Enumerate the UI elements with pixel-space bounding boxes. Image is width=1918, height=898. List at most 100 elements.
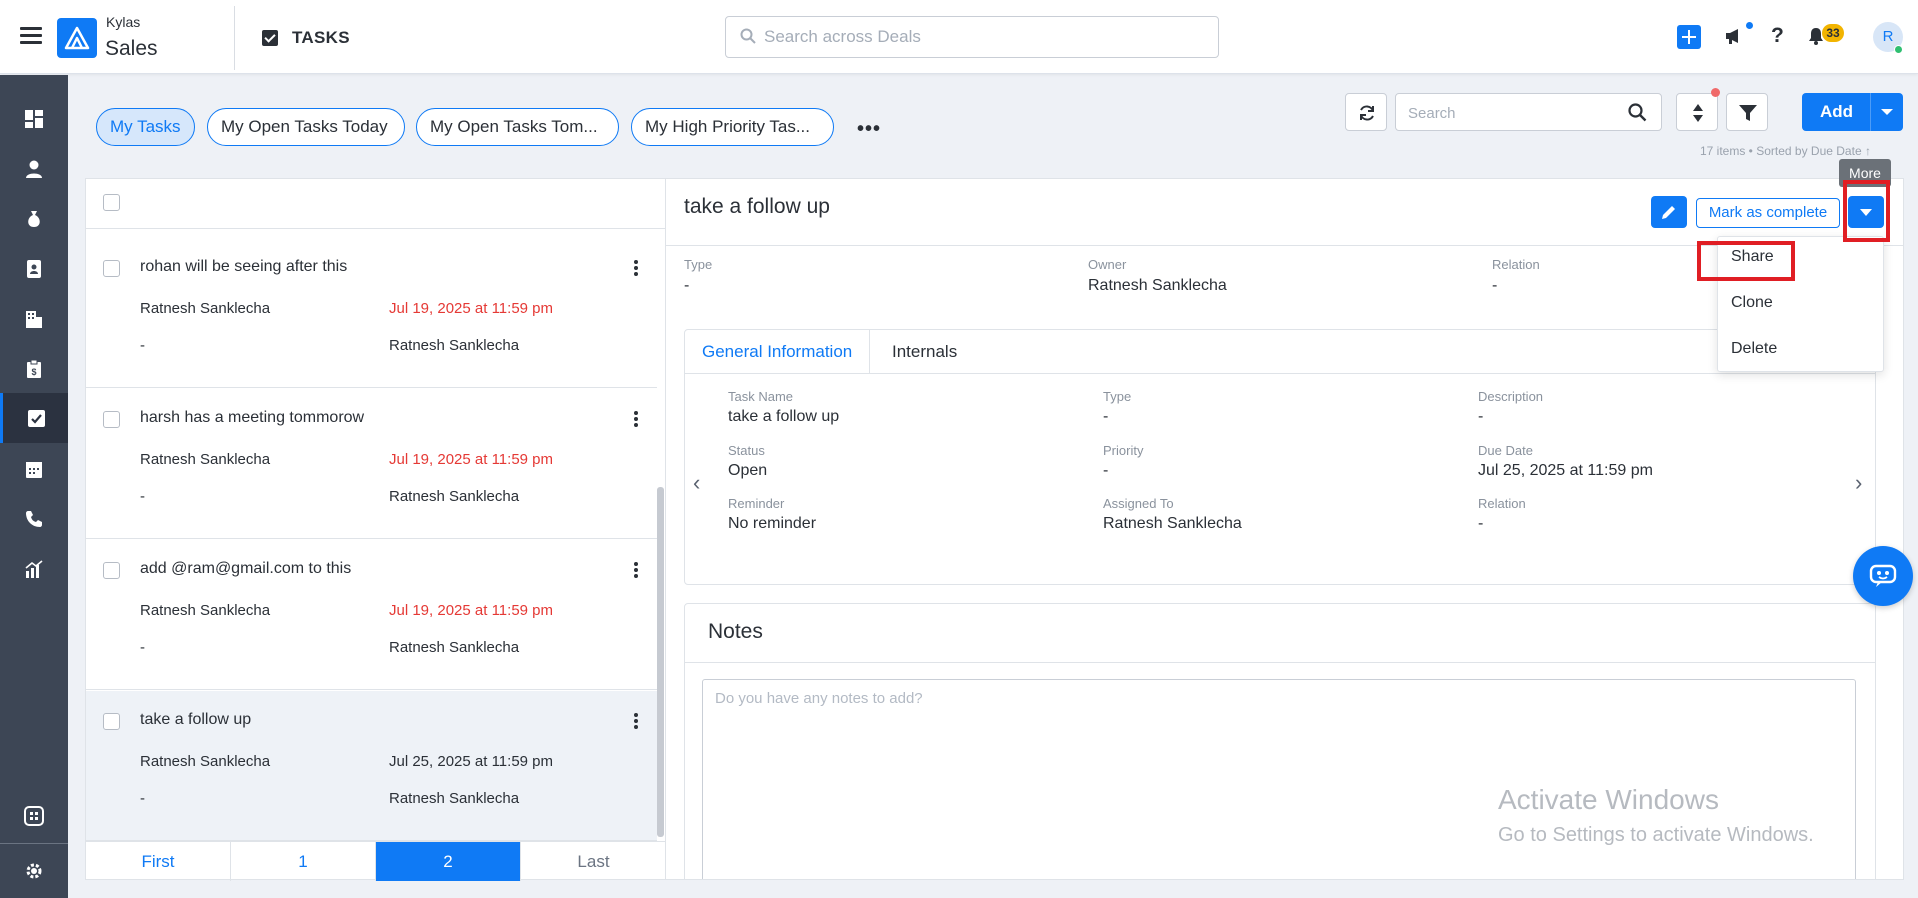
task-title[interactable]: rohan will be seeing after this (140, 258, 347, 276)
view-tab-open-today[interactable]: My Open Tasks Today (207, 108, 405, 146)
task-row[interactable]: take a follow up Ratnesh Sanklecha Jul 2… (86, 691, 657, 841)
list-search[interactable] (1395, 93, 1662, 131)
task-list-panel: rohan will be seeing after this Ratnesh … (85, 178, 666, 881)
task-due-date: Jul 19, 2025 at 11:59 pm (389, 602, 554, 619)
field-relation-value: - (1478, 515, 1484, 532)
field-priority-value: - (1103, 462, 1109, 479)
menu-item-delete[interactable]: Delete (1731, 340, 1777, 358)
reports-icon[interactable] (0, 543, 68, 593)
chevron-right-icon[interactable]: › (1855, 470, 1862, 496)
page-first-button[interactable]: First (86, 842, 231, 881)
row-checkbox[interactable] (103, 713, 120, 730)
brand-product: Sales (105, 37, 158, 60)
meta-relation-label: Relation (1492, 257, 1540, 272)
megaphone-icon[interactable] (1724, 26, 1744, 46)
add-button[interactable]: Add (1802, 93, 1903, 131)
add-button-label: Add (1820, 102, 1854, 121)
list-header (86, 179, 665, 229)
task-due-date: Jul 19, 2025 at 11:59 pm (389, 451, 554, 468)
chevron-down-icon[interactable] (1881, 109, 1893, 115)
sort-button[interactable] (1676, 93, 1718, 131)
task-assignee: Ratnesh Sanklecha (389, 639, 520, 656)
quotes-icon[interactable]: $ (0, 343, 68, 393)
view-tab-my-tasks[interactable]: My Tasks (96, 108, 195, 146)
svg-text:$: $ (31, 367, 36, 377)
deals-icon[interactable] (0, 193, 68, 243)
apps-icon[interactable] (0, 790, 68, 840)
help-icon[interactable]: ? (1771, 24, 1784, 48)
meta-relation-value: - (1492, 277, 1498, 294)
list-scrollbar[interactable] (657, 487, 664, 837)
tab-general-information[interactable]: General Information (685, 330, 871, 374)
meta-owner-value: Ratnesh Sanklecha (1088, 277, 1227, 294)
calls-icon[interactable] (0, 493, 68, 543)
add-button-divider (1870, 93, 1871, 131)
field-status-value: Open (728, 462, 768, 479)
filter-button[interactable] (1726, 93, 1768, 131)
edit-button[interactable] (1651, 196, 1687, 228)
kylas-logo[interactable] (57, 18, 97, 58)
notes-input[interactable] (702, 679, 1856, 879)
task-related: - (140, 790, 145, 807)
row-checkbox[interactable] (103, 260, 120, 277)
field-relation-label: Relation (1478, 496, 1526, 511)
companies-icon[interactable] (0, 293, 68, 343)
settings-icon[interactable] (0, 845, 68, 895)
chevron-left-icon[interactable]: ‹ (693, 470, 700, 496)
tab-internals[interactable]: Internals (875, 330, 974, 374)
page-last-button[interactable]: Last (521, 842, 666, 881)
sidebar: $ (0, 75, 68, 898)
row-actions-icon[interactable] (634, 713, 638, 731)
page-2-button[interactable]: 2 (376, 842, 521, 881)
task-due-date: Jul 19, 2025 at 11:59 pm (389, 300, 554, 317)
highlight-share-item (1697, 241, 1795, 281)
task-row[interactable]: rohan will be seeing after this Ratnesh … (86, 238, 657, 388)
detail-title: take a follow up (684, 195, 830, 218)
view-tab-open-tomorrow[interactable]: My Open Tasks Tom... (416, 108, 619, 146)
search-icon[interactable] (1628, 103, 1647, 122)
field-due-date-label: Due Date (1478, 443, 1533, 458)
contacts-icon[interactable] (0, 143, 68, 193)
row-actions-icon[interactable] (634, 411, 638, 429)
pencil-icon (1662, 206, 1675, 219)
field-task-name-value: take a follow up (728, 408, 840, 425)
refresh-button[interactable] (1345, 93, 1387, 131)
task-owner: Ratnesh Sanklecha (140, 300, 271, 317)
task-owner: Ratnesh Sanklecha (140, 602, 271, 619)
quick-add-icon[interactable] (1677, 25, 1701, 49)
chatbot-button[interactable] (1853, 546, 1913, 606)
task-title[interactable]: add @ram@gmail.com to this (140, 560, 351, 578)
row-checkbox[interactable] (103, 562, 120, 579)
menu-item-clone[interactable]: Clone (1731, 294, 1773, 312)
global-search-input[interactable] (764, 25, 1194, 49)
row-checkbox[interactable] (103, 411, 120, 428)
task-due-date: Jul 25, 2025 at 11:59 pm (389, 753, 554, 770)
sort-icon (1693, 104, 1703, 122)
pagination: First 1 2 Last (86, 841, 666, 881)
task-title[interactable]: take a follow up (140, 711, 251, 729)
view-tab-high-priority[interactable]: My High Priority Tas... (631, 108, 834, 146)
highlight-more-button (1843, 180, 1890, 242)
row-actions-icon[interactable] (634, 562, 638, 580)
row-actions-icon[interactable] (634, 260, 638, 278)
task-row[interactable]: harsh has a meeting tommorow Ratnesh San… (86, 389, 657, 539)
field-description-label: Description (1478, 389, 1544, 404)
field-type-label: Type (1103, 389, 1132, 404)
list-search-input[interactable] (1408, 102, 1618, 124)
task-row[interactable]: add @ram@gmail.com to this Ratnesh Sankl… (86, 540, 657, 690)
field-description-value: - (1478, 408, 1484, 425)
task-title[interactable]: harsh has a meeting tommorow (140, 409, 364, 427)
leads-icon[interactable] (0, 243, 68, 293)
field-status-label: Status (728, 443, 765, 458)
menu-icon[interactable] (20, 27, 42, 45)
dashboard-icon[interactable] (0, 93, 68, 143)
tasks-icon[interactable] (0, 393, 68, 443)
sort-indicator-dot (1711, 88, 1720, 97)
mark-complete-button[interactable]: Mark as complete (1696, 198, 1840, 228)
more-views-icon[interactable]: ••• (857, 118, 881, 141)
calendar-icon[interactable] (0, 443, 68, 493)
field-assigned-to-label: Assigned To (1103, 496, 1174, 511)
global-search[interactable] (725, 16, 1219, 58)
page-1-button[interactable]: 1 (231, 842, 376, 881)
select-all-checkbox[interactable] (103, 194, 120, 211)
